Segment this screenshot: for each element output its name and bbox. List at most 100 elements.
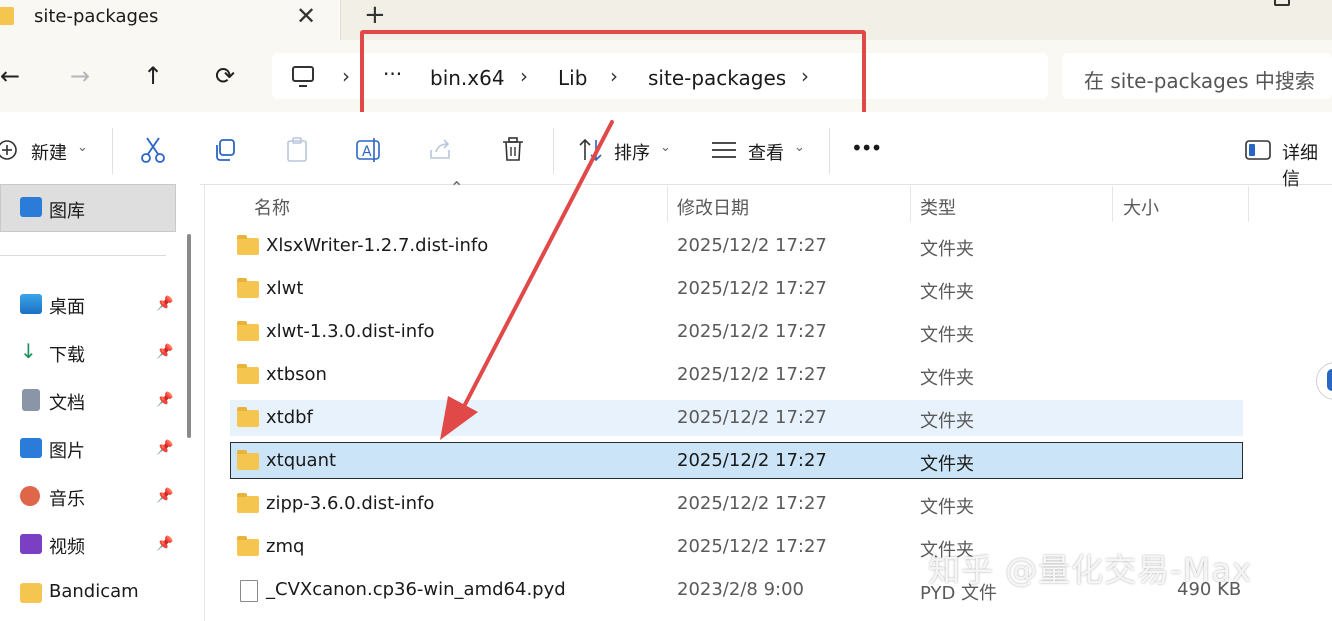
refresh-button[interactable]: ⟳: [215, 62, 235, 90]
column-divider[interactable]: [667, 186, 668, 222]
sidebar-item-music[interactable]: 音乐: [49, 485, 85, 511]
folder-icon: [237, 493, 259, 513]
folder-icon: [237, 407, 259, 427]
file-name[interactable]: _CVXcanon.cp36-win_amd64.pyd: [266, 579, 566, 600]
up-button[interactable]: ↑: [143, 62, 163, 90]
column-divider[interactable]: [910, 186, 911, 222]
view-icon[interactable]: [711, 141, 737, 159]
file-type: 文件夹: [920, 368, 974, 389]
folder-icon: [237, 321, 259, 341]
folder-icon: [237, 450, 259, 470]
file-type: 文件夹: [920, 497, 974, 518]
sidebar-item-bandicam[interactable]: Bandicam: [49, 581, 139, 602]
chevron-down-icon[interactable]: ⌄: [660, 140, 671, 155]
delete-icon[interactable]: [501, 137, 525, 163]
column-header-size[interactable]: 大小: [1123, 194, 1159, 220]
column-header-type[interactable]: 类型: [920, 194, 956, 220]
gallery-icon: [20, 197, 42, 217]
folder-icon: [20, 583, 42, 603]
tab-title: site-packages: [34, 6, 159, 27]
annotation-highlight-box: [360, 30, 866, 118]
new-tab-button[interactable]: +: [364, 0, 386, 30]
pin-icon: 📌: [156, 392, 174, 408]
column-header-date[interactable]: 修改日期: [677, 194, 749, 220]
file-type: 文件夹: [920, 454, 974, 475]
file-name[interactable]: xlwt-1.3.0.dist-info: [266, 321, 435, 342]
download-icon: ↓: [20, 339, 37, 363]
file-date: 2025/12/2 17:27: [677, 536, 827, 557]
sort-caret-icon: ⌃: [450, 178, 464, 197]
new-button[interactable]: 新建: [31, 139, 67, 165]
column-divider[interactable]: [1248, 186, 1249, 222]
file-icon: [240, 580, 258, 602]
details-pane-button[interactable]: 详细信: [1282, 139, 1332, 191]
copy-icon[interactable]: [213, 138, 237, 162]
sidebar-item-documents[interactable]: 文档: [49, 389, 85, 415]
share-icon[interactable]: [428, 138, 454, 162]
pane-divider: [204, 184, 205, 621]
sidebar-scrollbar[interactable]: [187, 234, 191, 438]
sidebar-item-desktop[interactable]: 桌面: [49, 293, 85, 319]
view-button[interactable]: 查看: [748, 139, 784, 165]
tab-close-button[interactable]: ✕: [296, 2, 316, 30]
more-options-button[interactable]: •••: [851, 136, 882, 160]
file-name[interactable]: zipp-3.6.0.dist-info: [266, 493, 434, 514]
toolbar-divider: [829, 128, 830, 174]
sidebar-item-pictures[interactable]: 图片: [49, 437, 85, 463]
rename-icon[interactable]: A: [356, 137, 382, 163]
cut-icon[interactable]: [140, 136, 166, 164]
minimize-button[interactable]: —: [1204, 0, 1226, 11]
breadcrumb-separator[interactable]: ›: [342, 64, 350, 88]
file-date: 2025/12/2 17:27: [677, 493, 827, 514]
file-name[interactable]: xtquant: [266, 450, 336, 471]
file-name[interactable]: xtbson: [266, 364, 327, 385]
file-date: 2025/12/2 17:27: [677, 450, 827, 471]
file-type: 文件夹: [920, 325, 974, 346]
folder-icon: [237, 235, 259, 255]
sort-icon[interactable]: [578, 138, 604, 162]
file-name[interactable]: xlwt: [266, 278, 303, 299]
folder-icon: [237, 278, 259, 298]
column-header-name[interactable]: 名称: [254, 194, 290, 220]
paste-icon[interactable]: [285, 137, 309, 163]
desktop-icon: [20, 294, 42, 314]
edge-button-icon: [1327, 369, 1332, 391]
sidebar-item-downloads[interactable]: 下载: [49, 341, 85, 367]
file-type: 文件夹: [920, 239, 974, 260]
pictures-icon: [20, 438, 42, 458]
details-pane-icon[interactable]: [1245, 140, 1271, 160]
pin-icon: 📌: [156, 344, 174, 360]
sidebar-item-label[interactable]: 图库: [49, 197, 85, 223]
pin-icon: 📌: [156, 536, 174, 552]
add-icon[interactable]: [0, 139, 18, 161]
file-date: 2025/12/2 17:27: [677, 235, 827, 256]
search-placeholder[interactable]: 在 site-packages 中搜索: [1084, 65, 1315, 94]
folder-icon: [237, 536, 259, 556]
file-type: 文件夹: [920, 411, 974, 432]
sidebar-divider: [0, 255, 166, 256]
watermark-text: 知乎 @量化交易-Max: [928, 551, 1252, 589]
svg-text:A: A: [362, 144, 372, 160]
chevron-down-icon[interactable]: ⌄: [794, 140, 805, 155]
file-date: 2025/12/2 17:27: [677, 278, 827, 299]
pin-icon: 📌: [156, 440, 174, 456]
pin-icon: 📌: [156, 296, 174, 312]
toolbar-divider: [112, 128, 113, 174]
folder-icon: [237, 364, 259, 384]
computer-icon[interactable]: [291, 66, 315, 88]
forward-button[interactable]: →: [70, 62, 90, 90]
sort-button[interactable]: 排序: [614, 139, 650, 165]
file-date: 2025/12/2 17:27: [677, 321, 827, 342]
file-name[interactable]: xtdbf: [266, 407, 313, 428]
column-divider[interactable]: [1112, 186, 1113, 222]
file-name[interactable]: zmq: [266, 536, 304, 557]
file-date: 2025/12/2 17:27: [677, 364, 827, 385]
back-button[interactable]: ←: [0, 62, 20, 90]
sidebar-item-videos[interactable]: 视频: [49, 533, 85, 559]
folder-icon: [0, 7, 14, 25]
file-date: 2023/2/8 9:00: [677, 579, 804, 600]
maximize-button[interactable]: [1274, 0, 1290, 6]
file-type: 文件夹: [920, 282, 974, 303]
file-name[interactable]: XlsxWriter-1.2.7.dist-info: [266, 235, 488, 256]
chevron-down-icon[interactable]: ⌄: [77, 140, 88, 155]
